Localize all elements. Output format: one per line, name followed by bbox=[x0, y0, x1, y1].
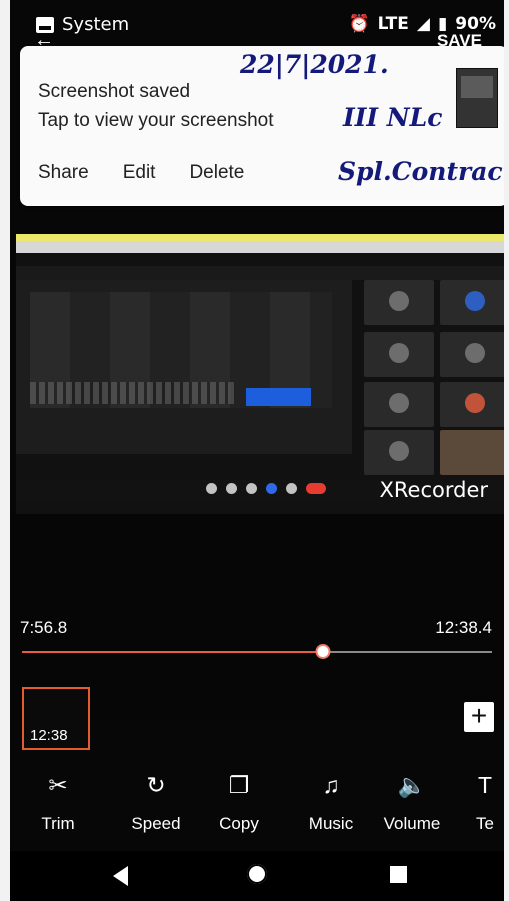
timeline-track[interactable] bbox=[22, 644, 492, 659]
nav-back-icon[interactable] bbox=[113, 866, 128, 886]
participant-tile bbox=[440, 430, 504, 475]
alarm-icon: ⏰ bbox=[348, 14, 370, 34]
notification-subtitle: Tap to view your screenshot bbox=[38, 110, 274, 131]
copy-icon: ❐ bbox=[228, 772, 250, 798]
volume-icon: 🔈 bbox=[397, 772, 427, 798]
stop-presenting-button bbox=[246, 388, 311, 406]
signal-icon: ◢ bbox=[416, 14, 430, 34]
copy-tool[interactable]: ❐ Copy bbox=[200, 763, 278, 834]
notification-title: Screenshot saved bbox=[38, 81, 191, 102]
captions-icon bbox=[246, 483, 257, 494]
avatar bbox=[465, 393, 485, 413]
end-call-icon bbox=[306, 483, 326, 494]
add-clip-button[interactable]: + bbox=[464, 702, 494, 732]
text-icon: T bbox=[477, 772, 493, 798]
music-note-icon: ♫ bbox=[322, 772, 340, 798]
handwritten-line3: Spl.Contract bbox=[338, 157, 504, 186]
avatar bbox=[389, 343, 409, 363]
participant-tile bbox=[440, 280, 504, 325]
meeting-top-bar bbox=[16, 266, 504, 280]
screenshot-notification[interactable]: Screenshot saved Tap to view your screen… bbox=[20, 46, 504, 206]
timeline-handle[interactable] bbox=[315, 644, 331, 659]
browser-tab-bar bbox=[16, 234, 504, 241]
copy-label: Copy bbox=[219, 814, 259, 833]
volume-tool[interactable]: 🔈 Volume bbox=[373, 763, 451, 834]
music-tool[interactable]: ♫ Music bbox=[292, 763, 370, 834]
handwritten-line2: III NLc bbox=[343, 103, 443, 132]
more-icon bbox=[286, 483, 297, 494]
participant-tile bbox=[364, 382, 434, 427]
text-label: Te bbox=[476, 814, 494, 833]
handwritten-date: 22|7|2021. bbox=[240, 50, 389, 79]
browser-address-bar bbox=[16, 241, 504, 253]
screenshot-thumbnail[interactable] bbox=[456, 68, 498, 128]
trim-tool[interactable]: ✂ Trim bbox=[19, 763, 97, 834]
speed-icon: ↻ bbox=[146, 772, 166, 798]
share-action[interactable]: Share bbox=[38, 162, 89, 184]
music-label: Music bbox=[308, 814, 354, 833]
start-time: 7:56.8 bbox=[20, 618, 68, 637]
participant-tile bbox=[440, 382, 504, 427]
shared-screen-area bbox=[16, 280, 352, 454]
avatar bbox=[389, 291, 409, 311]
editing-toolbar: ✂ Trim ↻ Speed ❐ Copy ♫ Music 🔈 Volume T… bbox=[10, 763, 504, 851]
avatar bbox=[465, 291, 485, 311]
share-message-placeholder bbox=[30, 382, 235, 404]
speed-label: Speed bbox=[131, 814, 181, 833]
speed-tool[interactable]: ↻ Speed bbox=[117, 763, 195, 834]
end-time: 12:38.4 bbox=[435, 618, 492, 637]
xrecorder-watermark: XRecorder bbox=[379, 478, 489, 502]
video-preview[interactable]: XRecorder bbox=[16, 234, 504, 514]
clip-duration: 12:38 bbox=[30, 727, 68, 744]
participant-tile bbox=[364, 430, 434, 475]
participant-tile bbox=[364, 332, 434, 377]
text-tool[interactable]: T Te bbox=[470, 763, 500, 834]
timeline-progress bbox=[22, 651, 323, 653]
nav-recent-icon[interactable] bbox=[390, 866, 407, 883]
scissors-icon: ✂ bbox=[48, 772, 68, 798]
navigation-bar bbox=[10, 851, 504, 901]
camera-icon bbox=[226, 483, 237, 494]
nav-home-icon[interactable] bbox=[247, 864, 267, 884]
avatar bbox=[389, 441, 409, 461]
edit-action[interactable]: Edit bbox=[123, 162, 156, 184]
status-bar: System ⏰ LTE ◢ ▮ 90% bbox=[10, 0, 504, 44]
avatar bbox=[465, 343, 485, 363]
present-icon bbox=[266, 483, 277, 494]
participant-tile bbox=[440, 332, 504, 377]
phone-screen: System ⏰ LTE ◢ ▮ 90% ← SAVE Screenshot s… bbox=[10, 0, 504, 901]
delete-action[interactable]: Delete bbox=[189, 162, 244, 184]
mic-icon bbox=[206, 483, 217, 494]
notification-actions: Share Edit Delete bbox=[38, 162, 244, 184]
participant-tile bbox=[364, 280, 434, 325]
network-label: LTE bbox=[377, 14, 409, 34]
volume-label: Volume bbox=[383, 814, 441, 833]
trim-label: Trim bbox=[41, 814, 75, 833]
avatar bbox=[389, 393, 409, 413]
status-title: System bbox=[62, 14, 130, 35]
clip-thumbnail[interactable]: 12:38 bbox=[22, 687, 90, 750]
